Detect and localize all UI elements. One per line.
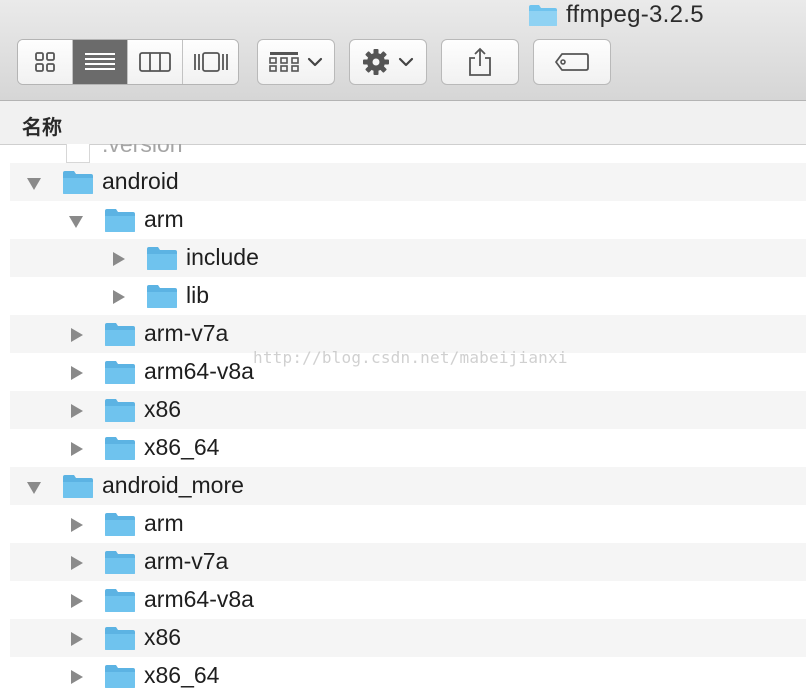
folder-row[interactable]: x86 xyxy=(10,619,806,657)
item-name: arm-v7a xyxy=(144,320,229,346)
folder-row[interactable]: include xyxy=(10,239,806,277)
folder-row[interactable]: arm xyxy=(10,505,806,543)
window-title-text: ffmpeg-3.2.5 xyxy=(566,1,704,28)
folder-icon xyxy=(147,285,177,308)
arrange-grid-icon xyxy=(269,52,299,72)
disclosure-triangle-right-icon[interactable] xyxy=(68,555,84,571)
list-icon xyxy=(85,53,115,70)
item-name: lib xyxy=(186,282,210,308)
folder-icon xyxy=(147,247,177,270)
folder-row[interactable]: lib xyxy=(10,277,806,315)
action-menu-button[interactable] xyxy=(349,39,427,85)
disclosure-triangle-right-icon[interactable] xyxy=(68,327,84,343)
disclosure-triangle-down-icon[interactable] xyxy=(26,175,42,191)
file-icon xyxy=(66,144,90,163)
folder-icon xyxy=(105,551,135,574)
item-name: x86_64 xyxy=(144,662,220,688)
folder-row[interactable]: arm xyxy=(10,201,806,239)
share-button[interactable] xyxy=(441,39,519,85)
coverflow-view-button[interactable] xyxy=(183,40,238,84)
folder-icon xyxy=(105,627,135,650)
item-name: x86 xyxy=(144,624,182,650)
disclosure-triangle-down-icon[interactable] xyxy=(26,479,42,495)
item-name: x86 xyxy=(144,396,182,422)
folder-icon xyxy=(529,5,557,26)
disclosure-triangle-right-icon[interactable] xyxy=(68,669,84,685)
disclosure-triangle-right-icon[interactable] xyxy=(68,517,84,533)
folder-icon xyxy=(63,171,93,194)
folder-row[interactable]: android xyxy=(10,163,806,201)
icon-view-button[interactable] xyxy=(18,40,73,84)
columns-icon xyxy=(139,52,171,72)
disclosure-triangle-right-icon[interactable] xyxy=(110,251,126,267)
folder-icon xyxy=(105,209,135,232)
disclosure-triangle-down-icon[interactable] xyxy=(68,213,84,229)
chevron-down-icon xyxy=(398,57,414,67)
item-name: arm64-v8a xyxy=(144,586,254,612)
folder-icon xyxy=(63,475,93,498)
folder-icon xyxy=(105,361,135,384)
disclosure-triangle-right-icon[interactable] xyxy=(110,289,126,305)
grid-icon xyxy=(35,52,55,72)
coverflow-icon xyxy=(193,52,228,72)
folder-icon xyxy=(105,437,135,460)
view-mode-segmented-control xyxy=(17,39,239,85)
window-title: ffmpeg-3.2.5 xyxy=(528,1,704,28)
disclosure-triangle-right-icon[interactable] xyxy=(68,403,84,419)
folder-icon xyxy=(105,399,135,422)
watermark-text: http://blog.csdn.net/mabeijianxi xyxy=(253,348,568,367)
item-name: arm xyxy=(144,510,184,536)
item-name: x86_64 xyxy=(144,434,220,460)
folder-icon xyxy=(105,323,135,346)
item-name: arm xyxy=(144,206,184,232)
disclosure-triangle-right-icon[interactable] xyxy=(68,631,84,647)
item-name: arm-v7a xyxy=(144,548,229,574)
folder-icon xyxy=(105,665,135,688)
name-column-header[interactable]: 名称 xyxy=(22,111,62,140)
share-icon xyxy=(469,47,491,76)
item-name: android_more xyxy=(102,472,244,498)
column-view-button[interactable] xyxy=(128,40,183,84)
folder-row[interactable]: x86_64 xyxy=(10,429,806,467)
item-name: include xyxy=(186,244,259,270)
disclosure-triangle-right-icon[interactable] xyxy=(68,593,84,609)
finder-toolbar: ffmpeg-3.2.5 xyxy=(0,0,806,101)
tags-button[interactable] xyxy=(533,39,611,85)
gear-icon xyxy=(363,49,389,75)
folder-row[interactable]: android_more xyxy=(10,467,806,505)
item-name: android xyxy=(102,168,179,194)
tag-icon xyxy=(555,53,589,71)
folder-row[interactable]: arm-v7a xyxy=(10,543,806,581)
folder-row[interactable]: arm64-v8a xyxy=(10,581,806,619)
folder-row[interactable]: x86 xyxy=(10,391,806,429)
item-name: arm64-v8a xyxy=(144,358,254,384)
arrange-menu-button[interactable] xyxy=(257,39,335,85)
list-view-button[interactable] xyxy=(73,40,128,84)
folder-icon xyxy=(105,513,135,536)
file-list: .version android arm include lib arm-v7a arm64… xyxy=(0,144,806,698)
file-row[interactable]: .version xyxy=(10,144,806,163)
item-name: .version xyxy=(102,144,183,157)
disclosure-triangle-right-icon[interactable] xyxy=(68,365,84,381)
folder-icon xyxy=(105,589,135,612)
disclosure-triangle-right-icon[interactable] xyxy=(68,441,84,457)
folder-row[interactable]: x86_64 xyxy=(10,657,806,695)
column-header[interactable]: 名称 xyxy=(0,101,806,145)
chevron-down-icon xyxy=(307,57,323,67)
